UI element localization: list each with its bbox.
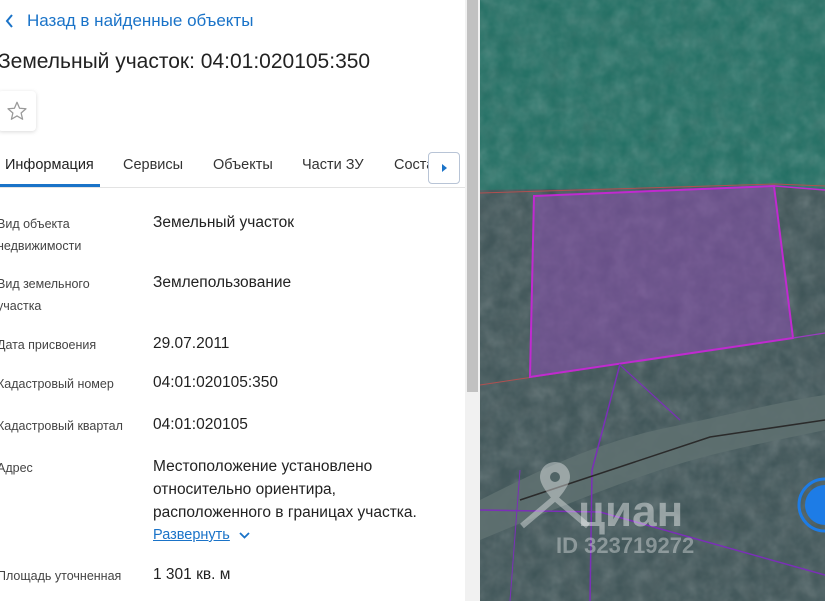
- field-label-date: Дата присвоения: [0, 338, 97, 352]
- field-value-cadastral-number: 04:01:020105:350: [153, 374, 278, 391]
- field-label-type: Вид объекта недвижимости: [0, 217, 82, 253]
- caret-right-icon: [442, 164, 447, 172]
- star-outline-icon: [7, 101, 27, 120]
- info-panel: Назад в найденные объекты Земельный учас…: [0, 0, 465, 601]
- field-value-cadastral-quarter: 04:01:020105: [153, 416, 248, 433]
- scrollbar-thumb[interactable]: [467, 0, 478, 392]
- favorite-button[interactable]: [0, 91, 36, 131]
- tabs-scroll-right-button[interactable]: [428, 152, 460, 184]
- tab-bar: Информация Сервисы Объекты Части ЗУ Сост…: [0, 145, 465, 188]
- chevron-down-icon: [239, 531, 250, 539]
- field-value-date: 29.07.2011: [153, 335, 230, 352]
- tab-info[interactable]: Информация: [5, 157, 94, 173]
- back-link[interactable]: Назад в найденные объекты: [5, 10, 253, 32]
- field-label-area: Площадь уточненная: [0, 569, 122, 583]
- tab-objects[interactable]: Объекты: [213, 157, 273, 173]
- panel-scrollbar[interactable]: [465, 0, 480, 601]
- field-value-address: Местоположение установлено относительно …: [153, 458, 417, 521]
- map-view[interactable]: циан ID 323719272: [480, 0, 825, 601]
- watermark-id: ID 323719272: [556, 533, 694, 558]
- field-label-cadastral-quarter: Кадастровый квартал: [0, 419, 123, 433]
- satellite-map: циан ID 323719272: [480, 0, 825, 601]
- page-title: Земельный участок: 04:01:020105:350: [0, 50, 371, 73]
- field-label-land-type: Вид земельного участка: [0, 277, 90, 313]
- field-label-cadastral-number: Кадастровый номер: [0, 377, 114, 391]
- field-label-address: Адрес: [0, 461, 33, 475]
- chevron-left-icon: [5, 14, 13, 28]
- field-value-land-type: Землепользование: [153, 274, 292, 291]
- field-value-area: 1 301 кв. м: [153, 566, 231, 583]
- expand-label: Развернуть: [153, 527, 230, 543]
- expand-address-link[interactable]: Развернуть: [153, 527, 250, 543]
- tab-parts[interactable]: Части ЗУ: [302, 157, 364, 173]
- back-link-label: Назад в найденные объекты: [27, 11, 254, 30]
- active-tab-indicator: [0, 184, 100, 187]
- tab-services[interactable]: Сервисы: [123, 157, 183, 173]
- watermark-brand: циан: [578, 487, 683, 536]
- field-value-type: Земельный участок: [153, 214, 295, 231]
